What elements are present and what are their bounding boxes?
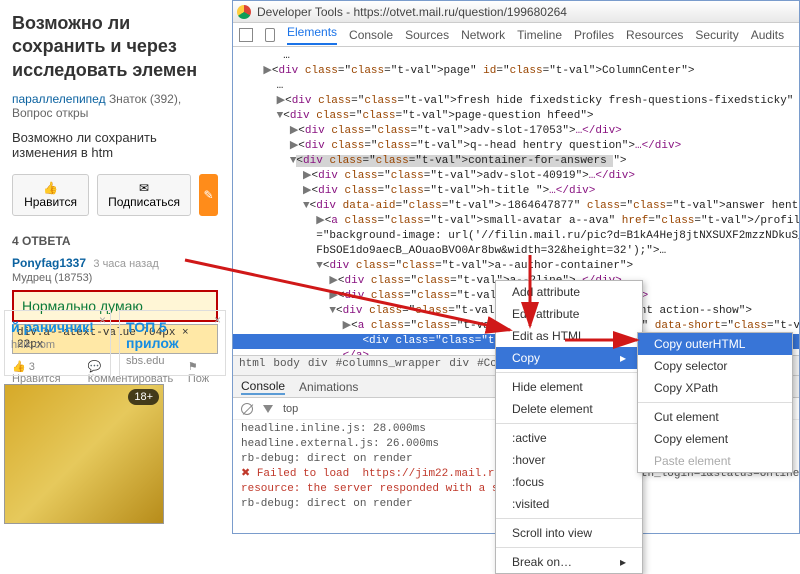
crumb[interactable]: #columns_wrapper (336, 358, 442, 373)
crumb[interactable]: html (239, 358, 265, 373)
separator (496, 372, 642, 373)
ctx-hide-element[interactable]: Hide element (496, 376, 642, 398)
card-link[interactable]: й раничник! (11, 319, 94, 335)
author-line: параллелепипед Знаток (392), Вопрос откр… (12, 92, 218, 120)
console-tab-animations[interactable]: Animations (299, 380, 358, 394)
dom-node[interactable]: FbSOE1do9aecB_AOuaoBVO0Ar8bw&width=32&he… (233, 244, 799, 259)
dom-node[interactable]: … (233, 79, 799, 94)
ctx-delete-element[interactable]: Delete element (496, 398, 642, 420)
close-icon[interactable]: × (214, 313, 221, 327)
tab-timeline[interactable]: Timeline (517, 28, 562, 42)
window-title: Developer Tools - https://otvet.mail.ru/… (257, 5, 567, 19)
tab-sources[interactable]: Sources (405, 28, 449, 42)
dom-node[interactable]: ▶<div class="class="t-val">q--head hentr… (233, 139, 799, 154)
context-select[interactable]: top (283, 403, 298, 415)
separator (496, 518, 642, 519)
separator (638, 402, 792, 403)
crumb[interactable]: body (273, 358, 299, 373)
card-sub: sbs.edu (126, 355, 219, 367)
tab-profiles[interactable]: Profiles (574, 28, 614, 42)
ctx-add-attribute[interactable]: Add attribute (496, 281, 642, 303)
devtools-titlebar[interactable]: Developer Tools - https://otvet.mail.ru/… (233, 1, 799, 23)
separator (496, 423, 642, 424)
ctx-scroll-into-view[interactable]: Scroll into view (496, 522, 642, 544)
ctx-copy-selector[interactable]: Copy selector (638, 355, 792, 377)
tab-security[interactable]: Security (695, 28, 738, 42)
dom-node[interactable]: ▼<div class="class="t-val">page-question… (233, 109, 799, 124)
close-icon[interactable]: × (99, 313, 106, 327)
crumb[interactable]: div (308, 358, 328, 373)
device-icon[interactable] (265, 28, 275, 42)
context-submenu-copy[interactable]: Copy outerHTML Copy selector Copy XPath … (637, 332, 793, 473)
dom-node[interactable]: ="background-image: url('//filin.mail.ru… (233, 229, 799, 244)
clear-console-icon[interactable] (241, 403, 253, 415)
tab-elements[interactable]: Elements (287, 25, 337, 45)
ctx-visited[interactable]: :visited (496, 493, 642, 515)
dom-node[interactable]: … (233, 49, 799, 64)
side-cards: × й раничник! hnik.com × ТОП 5 прилож sb… (0, 310, 230, 376)
devtools-tabs: Elements Console Sources Network Timelin… (233, 23, 799, 47)
filter-icon[interactable] (263, 405, 273, 413)
ctx-copy-element[interactable]: Copy element (638, 428, 792, 450)
ad-card-2[interactable]: × ТОП 5 прилож sbs.edu (119, 310, 226, 376)
console-tab-console[interactable]: Console (241, 379, 285, 395)
dom-node[interactable]: ▼<div data-aid="class="t-val">-186464787… (233, 199, 799, 214)
ctx-copy-xpath[interactable]: Copy XPath (638, 377, 792, 399)
ctx-hover[interactable]: :hover (496, 449, 642, 471)
photo-ad[interactable]: 18+ (4, 384, 164, 524)
answer-time: 3 часа назад (93, 258, 158, 270)
tab-network[interactable]: Network (461, 28, 505, 42)
dom-node[interactable]: ▶<div class="class="t-val">adv-slot-1705… (233, 124, 799, 139)
dom-node[interactable]: ▼<div class="class="t-val">a--author-con… (233, 259, 799, 274)
context-menu[interactable]: Add attribute Edit attribute Edit as HTM… (495, 280, 643, 574)
tab-audits[interactable]: Audits (751, 28, 784, 42)
ctx-break-on[interactable]: Break on… (496, 551, 642, 573)
inspect-icon[interactable] (239, 28, 253, 42)
ctx-copy-outerhtml[interactable]: Copy outerHTML (638, 333, 792, 355)
question-buttons: 👍 Нравится ✉ Подписаться ✎ (12, 174, 218, 216)
dom-node[interactable]: ▶<div class="class="t-val">page" id="cla… (233, 64, 799, 79)
dom-node[interactable]: ▶<div class="class="t-val">adv-slot-4091… (233, 169, 799, 184)
dom-node[interactable]: ▶<div class="class="t-val">h-title ">…</… (233, 184, 799, 199)
ctx-paste-element: Paste element (638, 450, 792, 472)
separator (496, 547, 642, 548)
subscribe-button[interactable]: ✉ Подписаться (97, 174, 191, 216)
chrome-icon (237, 5, 251, 19)
answer-rank: Мудрец (18753) (12, 272, 92, 284)
ctx-copy[interactable]: Copy (496, 347, 642, 369)
age-badge: 18+ (128, 389, 159, 405)
crumb[interactable]: div (449, 358, 469, 373)
ctx-edit-attribute[interactable]: Edit attribute (496, 303, 642, 325)
reply-button[interactable]: ✎ (199, 174, 218, 216)
answers-heading: 4 ОТВЕТА (12, 234, 218, 248)
like-button[interactable]: 👍 Нравится (12, 174, 89, 216)
question-title: Возможно ли сохранить и через исследоват… (12, 12, 218, 82)
card-link[interactable]: ТОП 5 прилож (126, 319, 179, 351)
answer-author: Ponyfag1337 3 часа назад Мудрец (18753) (12, 256, 218, 284)
dom-node[interactable]: ▼<div class="class="t-val">container-for… (233, 154, 799, 169)
tab-console[interactable]: Console (349, 28, 393, 42)
ctx-edit-as-html[interactable]: Edit as HTML (496, 325, 642, 347)
answer-author-link[interactable]: Ponyfag1337 (12, 256, 86, 270)
ad-card-1[interactable]: × й раничник! hnik.com (4, 310, 111, 376)
dom-node[interactable]: ▶<a class="class="t-val">small-avatar a-… (233, 214, 799, 229)
ctx-focus[interactable]: :focus (496, 471, 642, 493)
dom-node[interactable]: ▶<div class="class="t-val">fresh hide fi… (233, 94, 799, 109)
question-body: Возможно ли сохранить изменения в htm (12, 130, 218, 160)
card-sub: hnik.com (11, 339, 104, 351)
ctx-cut-element[interactable]: Cut element (638, 406, 792, 428)
author-link[interactable]: параллелепипед (12, 92, 106, 106)
ctx-active[interactable]: :active (496, 427, 642, 449)
tab-resources[interactable]: Resources (626, 28, 683, 42)
